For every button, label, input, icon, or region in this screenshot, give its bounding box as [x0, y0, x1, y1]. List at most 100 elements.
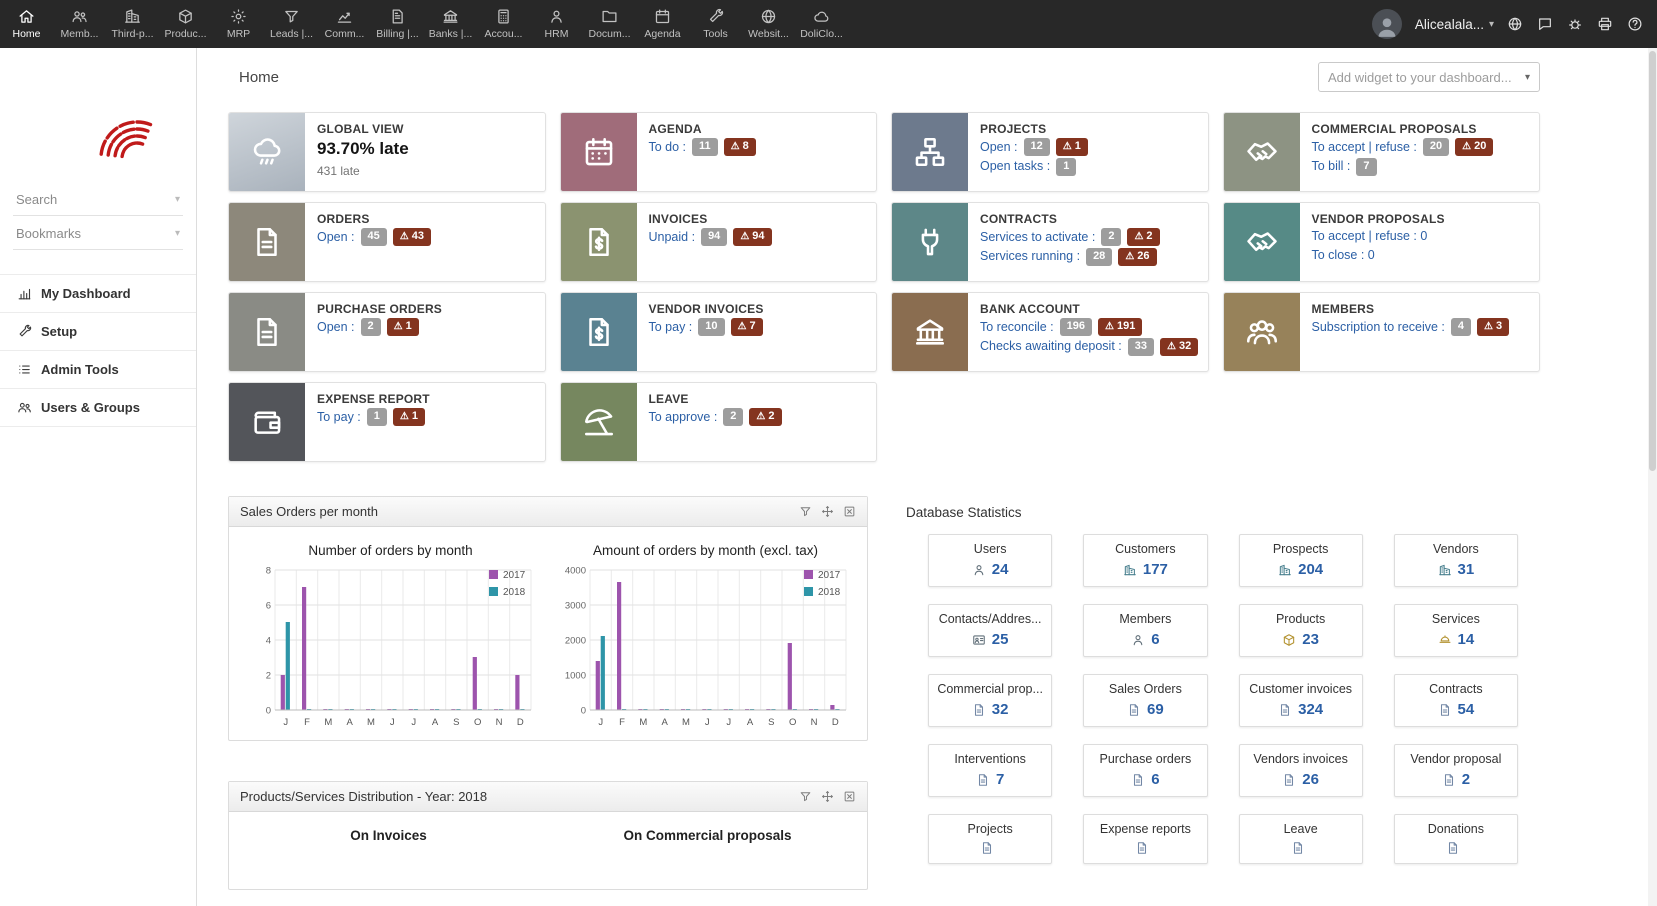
- warning-badge[interactable]: ⚠43: [393, 228, 431, 246]
- count-badge[interactable]: 20: [1423, 138, 1449, 156]
- filter-icon[interactable]: [799, 790, 812, 803]
- widget-bank-account[interactable]: BANK ACCOUNTTo reconcile :196⚠191Checks …: [891, 292, 1209, 372]
- widget-line-text[interactable]: Open :: [317, 229, 355, 246]
- warning-badge[interactable]: ⚠94: [733, 228, 771, 246]
- warning-badge[interactable]: ⚠8: [724, 138, 756, 156]
- stat-interventions[interactable]: Interventions7: [928, 744, 1052, 797]
- close-icon[interactable]: [843, 790, 856, 803]
- stat-commercial-prop[interactable]: Commercial prop...32: [928, 674, 1052, 727]
- stat-customer-invoices[interactable]: Customer invoices324: [1239, 674, 1363, 727]
- topbar-item-comm[interactable]: Comm...: [318, 0, 371, 48]
- sidebar-item-admin-tools[interactable]: Admin Tools: [0, 350, 196, 388]
- topbar-item-produc[interactable]: Produc...: [159, 0, 212, 48]
- widget-line-text[interactable]: Unpaid :: [649, 229, 696, 246]
- count-badge[interactable]: 196: [1060, 318, 1092, 336]
- stat-products[interactable]: Products23: [1239, 604, 1363, 657]
- topbar-item-agenda[interactable]: Agenda: [636, 0, 689, 48]
- stat-leave[interactable]: Leave: [1239, 814, 1363, 864]
- widget-global-view[interactable]: GLOBAL VIEW93.70% late431 late: [228, 112, 546, 192]
- stat-sales-orders[interactable]: Sales Orders69: [1083, 674, 1207, 727]
- widget-members[interactable]: MEMBERSSubscription to receive :4⚠3: [1223, 292, 1541, 372]
- widget-line-text[interactable]: To bill :: [1312, 158, 1351, 175]
- stat-vendors-invoices[interactable]: Vendors invoices26: [1239, 744, 1363, 797]
- count-badge[interactable]: 2: [361, 318, 381, 336]
- stat-services[interactable]: Services14: [1394, 604, 1518, 657]
- stat-contracts[interactable]: Contracts54: [1394, 674, 1518, 727]
- widget-contracts[interactable]: CONTRACTSServices to activate :2⚠2Servic…: [891, 202, 1209, 282]
- count-badge[interactable]: 4: [1451, 318, 1471, 336]
- stat-customers[interactable]: Customers177: [1083, 534, 1207, 587]
- topbar-item-home[interactable]: Home: [0, 0, 53, 48]
- widget-commercial-proposals[interactable]: COMMERCIAL PROPOSALSTo accept | refuse :…: [1223, 112, 1541, 192]
- avatar[interactable]: [1372, 9, 1402, 39]
- topbar-item-banks[interactable]: Banks |...: [424, 0, 477, 48]
- widget-line-text[interactable]: Open :: [980, 139, 1018, 156]
- stat-donations[interactable]: Donations: [1394, 814, 1518, 864]
- sidebar-item-setup[interactable]: Setup: [0, 312, 196, 350]
- widget-line-text[interactable]: Open :: [317, 319, 355, 336]
- warning-badge[interactable]: ⚠20: [1455, 138, 1493, 156]
- language-icon[interactable]: [1507, 16, 1523, 32]
- count-badge[interactable]: 11: [692, 138, 718, 156]
- move-icon[interactable]: [821, 790, 834, 803]
- warning-badge[interactable]: ⚠1: [387, 318, 419, 336]
- widget-invoices[interactable]: INVOICESUnpaid :94⚠94: [560, 202, 878, 282]
- widget-line-text[interactable]: Services to activate :: [980, 229, 1095, 246]
- search-dropdown[interactable]: Search ▾: [13, 182, 183, 216]
- widget-vendor-invoices[interactable]: VENDOR INVOICESTo pay :10⚠7: [560, 292, 878, 372]
- widget-agenda[interactable]: AGENDATo do :11⚠8: [560, 112, 878, 192]
- sidebar-item-users-groups[interactable]: Users & Groups: [0, 388, 196, 427]
- stat-vendor-proposal[interactable]: Vendor proposal2: [1394, 744, 1518, 797]
- count-badge[interactable]: 10: [698, 318, 724, 336]
- chat-icon[interactable]: [1537, 16, 1553, 32]
- topbar-item-memb[interactable]: Memb...: [53, 0, 106, 48]
- widget-line-text[interactable]: Services running :: [980, 248, 1080, 265]
- warning-badge[interactable]: ⚠7: [731, 318, 763, 336]
- widget-line-text[interactable]: Checks awaiting deposit :: [980, 338, 1122, 355]
- warning-badge[interactable]: ⚠191: [1098, 318, 1142, 336]
- add-widget-select[interactable]: Add widget to your dashboard... ▾: [1318, 62, 1540, 92]
- count-badge[interactable]: 7: [1356, 158, 1376, 176]
- warning-badge[interactable]: ⚠3: [1477, 318, 1509, 336]
- count-badge[interactable]: 12: [1024, 138, 1050, 156]
- widget-line-text[interactable]: To accept | refuse : 0: [1312, 228, 1428, 245]
- widget-line-text[interactable]: To pay :: [649, 319, 693, 336]
- warning-badge[interactable]: ⚠2: [749, 408, 781, 426]
- print-icon[interactable]: [1597, 16, 1613, 32]
- scrollbar-thumb[interactable]: [1649, 51, 1656, 471]
- widget-orders[interactable]: ORDERSOpen :45⚠43: [228, 202, 546, 282]
- warning-badge[interactable]: ⚠1: [393, 408, 425, 426]
- count-badge[interactable]: 1: [1056, 158, 1076, 176]
- count-badge[interactable]: 2: [1101, 228, 1121, 246]
- bookmarks-dropdown[interactable]: Bookmarks ▾: [13, 216, 183, 250]
- topbar-item-third-p[interactable]: Third-p...: [106, 0, 159, 48]
- widget-expense-report[interactable]: EXPENSE REPORTTo pay :1⚠1: [228, 382, 546, 462]
- bug-icon[interactable]: [1567, 16, 1583, 32]
- topbar-item-doliclo[interactable]: DoliClo...: [795, 0, 848, 48]
- topbar-item-billing[interactable]: Billing |...: [371, 0, 424, 48]
- stat-vendors[interactable]: Vendors31: [1394, 534, 1518, 587]
- stat-members[interactable]: Members6: [1083, 604, 1207, 657]
- warning-badge[interactable]: ⚠2: [1127, 228, 1159, 246]
- widget-line-text[interactable]: To accept | refuse :: [1312, 139, 1417, 156]
- widget-line-text[interactable]: To do :: [649, 139, 687, 156]
- count-badge[interactable]: 2: [723, 408, 743, 426]
- user-menu[interactable]: Alicealala... ▾: [1415, 17, 1494, 32]
- warning-badge[interactable]: ⚠26: [1118, 248, 1156, 266]
- filter-icon[interactable]: [799, 505, 812, 518]
- move-icon[interactable]: [821, 505, 834, 518]
- close-icon[interactable]: [843, 505, 856, 518]
- widget-leave[interactable]: LEAVETo approve :2⚠2: [560, 382, 878, 462]
- count-badge[interactable]: 28: [1086, 248, 1112, 266]
- stat-projects[interactable]: Projects: [928, 814, 1052, 864]
- stat-purchase-orders[interactable]: Purchase orders6: [1083, 744, 1207, 797]
- widget-vendor-proposals[interactable]: VENDOR PROPOSALSTo accept | refuse : 0To…: [1223, 202, 1541, 282]
- stat-prospects[interactable]: Prospects204: [1239, 534, 1363, 587]
- scrollbar[interactable]: [1648, 48, 1657, 906]
- count-badge[interactable]: 45: [361, 228, 387, 246]
- widget-line-text[interactable]: Subscription to receive :: [1312, 319, 1445, 336]
- topbar-item-hrm[interactable]: HRM: [530, 0, 583, 48]
- topbar-item-websit[interactable]: Websit...: [742, 0, 795, 48]
- topbar-item-docum[interactable]: Docum...: [583, 0, 636, 48]
- widget-line-text[interactable]: Open tasks :: [980, 158, 1050, 175]
